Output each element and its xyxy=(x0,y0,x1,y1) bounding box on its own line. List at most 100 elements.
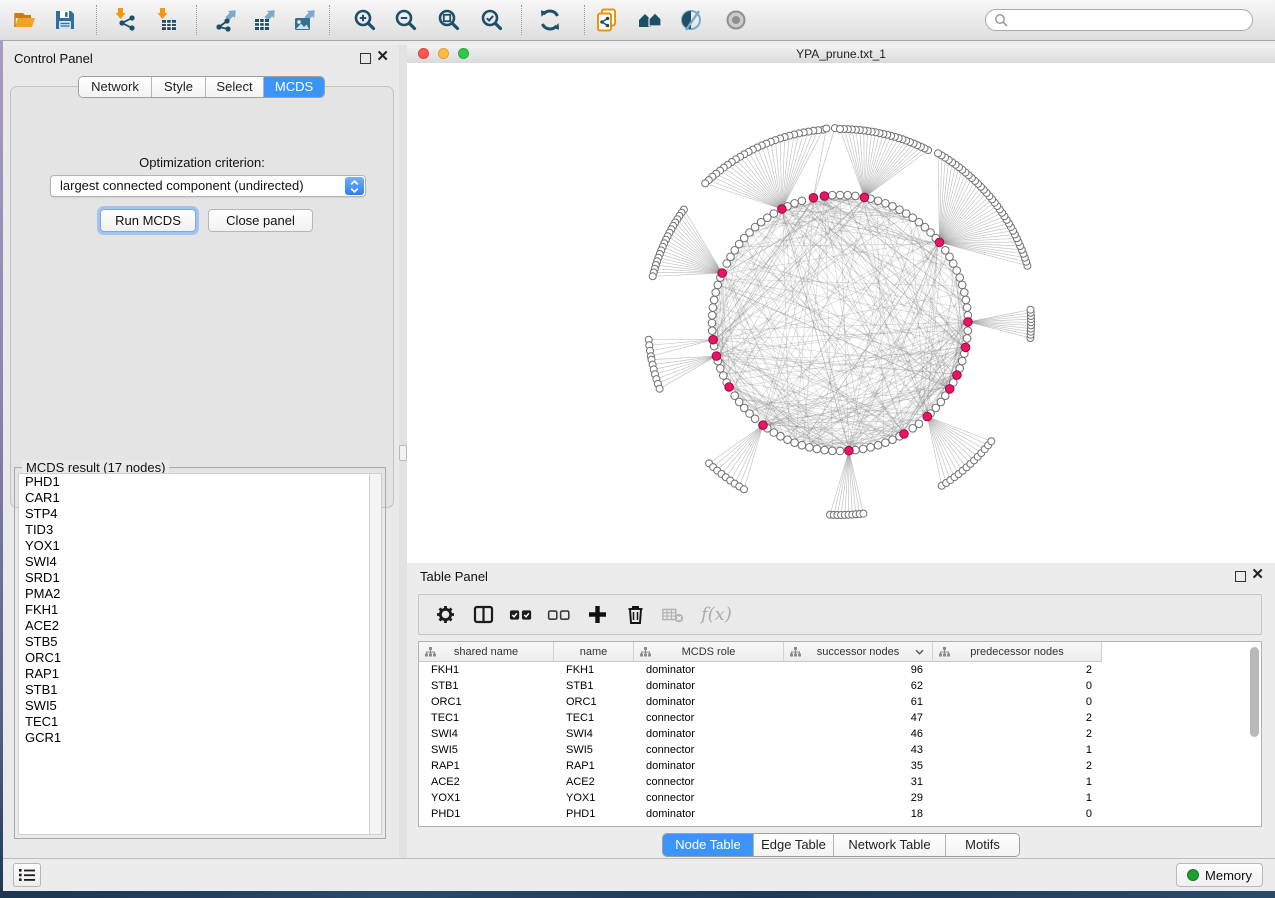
table-row[interactable]: ACE2ACE2connector311 xyxy=(419,774,1261,790)
column-header-name[interactable]: name xyxy=(554,642,634,662)
table-cell[interactable]: 2 xyxy=(933,726,1102,742)
table-cell[interactable]: 96 xyxy=(784,662,933,678)
network-leaf-node[interactable] xyxy=(656,385,663,392)
network-mcds-node[interactable] xyxy=(953,371,962,380)
delete-column-icon[interactable] xyxy=(623,603,647,627)
mcds-result-item[interactable]: SWI5 xyxy=(19,698,371,714)
table-cell[interactable]: STB1 xyxy=(419,678,554,694)
network-mcds-node[interactable] xyxy=(759,421,768,430)
network-node[interactable] xyxy=(956,274,964,282)
network-node[interactable] xyxy=(844,191,852,199)
network-node[interactable] xyxy=(836,447,844,455)
network-mcds-node[interactable] xyxy=(945,385,954,394)
table-cell[interactable]: SWI4 xyxy=(554,726,634,742)
mcds-result-item[interactable]: PMA2 xyxy=(19,586,371,602)
network-node[interactable] xyxy=(717,365,725,373)
mcds-result-item[interactable]: ACE2 xyxy=(19,618,371,634)
table-cell[interactable]: 43 xyxy=(784,742,933,758)
table-row[interactable]: SWI4SWI4dominator462 xyxy=(419,726,1261,742)
network-node[interactable] xyxy=(712,289,720,297)
network-node[interactable] xyxy=(958,357,966,365)
table-row[interactable]: RAP1RAP1dominator352 xyxy=(419,758,1261,774)
table-cell[interactable]: connector xyxy=(634,742,784,758)
float-panel-icon[interactable] xyxy=(360,53,371,64)
deselect-all-icon[interactable] xyxy=(547,603,571,627)
network-leaf-node[interactable] xyxy=(935,150,942,157)
export-table-icon[interactable] xyxy=(252,7,278,33)
network-mcds-node[interactable] xyxy=(778,205,787,214)
mcds-result-item[interactable]: YOX1 xyxy=(19,538,371,554)
table-cell[interactable]: 0 xyxy=(933,678,1102,694)
network-mcds-node[interactable] xyxy=(860,193,869,202)
import-table-icon[interactable] xyxy=(154,7,180,33)
network-leaf-node[interactable] xyxy=(837,126,844,133)
network-leaf-node[interactable] xyxy=(860,510,867,517)
open-session-icon[interactable] xyxy=(594,7,620,33)
zoom-fit-icon[interactable] xyxy=(436,7,462,33)
table-scrollbar-thumb[interactable] xyxy=(1250,647,1259,737)
network-node[interactable] xyxy=(806,444,814,452)
network-graph[interactable] xyxy=(407,63,1275,563)
mcds-result-item[interactable]: CAR1 xyxy=(19,490,371,506)
toggle-view-icon[interactable] xyxy=(723,7,749,33)
table-cell[interactable]: 1 xyxy=(933,790,1102,806)
table-cell[interactable]: 2 xyxy=(933,662,1102,678)
network-mcds-node[interactable] xyxy=(900,430,909,439)
network-node[interactable] xyxy=(962,296,970,304)
criterion-select[interactable]: largest connected component (undirected) xyxy=(50,175,366,197)
table-cell[interactable]: SWI4 xyxy=(419,726,554,742)
network-leaf-node[interactable] xyxy=(823,125,830,132)
mcds-result-item[interactable]: TEC1 xyxy=(19,714,371,730)
network-node[interactable] xyxy=(751,415,759,423)
table-cell[interactable]: STB1 xyxy=(554,678,634,694)
table-cell[interactable]: 18 xyxy=(784,806,933,822)
column-header-MCDS-role[interactable]: MCDS role xyxy=(634,642,784,662)
mcds-result-item[interactable]: TID3 xyxy=(19,522,371,538)
column-header-predecessor-nodes[interactable]: predecessor nodes xyxy=(933,642,1102,662)
add-column-icon[interactable] xyxy=(585,603,609,627)
tab-select[interactable]: Select xyxy=(206,77,264,97)
memory-button[interactable]: Memory xyxy=(1176,863,1263,887)
mcds-result-item[interactable]: STB5 xyxy=(19,634,371,650)
network-leaf-node[interactable] xyxy=(741,486,748,493)
column-header-shared-name[interactable]: shared name xyxy=(419,642,554,662)
network-node[interactable] xyxy=(714,281,722,289)
table-cell[interactable]: RAP1 xyxy=(419,758,554,774)
table-cell[interactable]: 62 xyxy=(784,678,933,694)
network-node[interactable] xyxy=(708,319,716,327)
network-mcds-node[interactable] xyxy=(809,194,818,203)
network-leaf-node[interactable] xyxy=(988,438,995,445)
table-cell[interactable]: 0 xyxy=(933,806,1102,822)
float-table-panel-icon[interactable] xyxy=(1235,571,1246,582)
select-all-icon[interactable] xyxy=(509,603,533,627)
mcds-result-item[interactable]: FKH1 xyxy=(19,602,371,618)
apply-layout-icon[interactable] xyxy=(537,7,563,33)
network-mcds-node[interactable] xyxy=(725,383,734,392)
close-panel-icon[interactable]: ✕ xyxy=(376,47,389,67)
network-mcds-node[interactable] xyxy=(718,269,727,278)
table-cell[interactable]: connector xyxy=(634,790,784,806)
tab-motifs[interactable]: Motifs xyxy=(946,834,1019,856)
mcds-result-item[interactable]: STP4 xyxy=(19,506,371,522)
open-file-icon[interactable] xyxy=(12,7,38,33)
network-node[interactable] xyxy=(798,197,806,205)
network-node[interactable] xyxy=(963,335,971,343)
network-leaf-node[interactable] xyxy=(649,273,656,280)
network-node[interactable] xyxy=(882,200,890,208)
table-cell[interactable]: ACE2 xyxy=(419,774,554,790)
tab-style[interactable]: Style xyxy=(152,77,206,97)
network-leaf-node[interactable] xyxy=(702,180,709,187)
table-cell[interactable]: RAP1 xyxy=(554,758,634,774)
network-node[interactable] xyxy=(961,289,969,297)
task-history-button[interactable] xyxy=(13,863,41,887)
network-mcds-node[interactable] xyxy=(935,238,944,247)
network-node[interactable] xyxy=(942,247,950,255)
table-cell[interactable]: ORC1 xyxy=(419,694,554,710)
network-mcds-node[interactable] xyxy=(709,335,718,344)
network-node[interactable] xyxy=(859,445,867,453)
network-node[interactable] xyxy=(958,281,966,289)
network-node[interactable] xyxy=(896,206,904,214)
network-node[interactable] xyxy=(798,441,806,449)
close-panel-button[interactable]: Close panel xyxy=(208,209,313,232)
network-node[interactable] xyxy=(791,439,799,447)
